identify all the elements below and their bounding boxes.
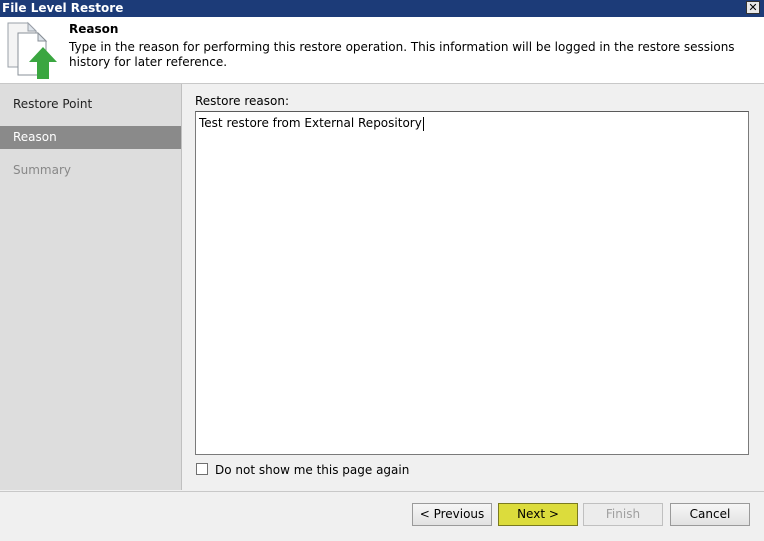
step-summary: Summary — [13, 163, 71, 177]
page-description: Type in the reason for performing this r… — [69, 40, 735, 69]
step-restore-point[interactable]: Restore Point — [0, 93, 181, 116]
restore-reason-textarea[interactable]: Test restore from External Repository — [195, 111, 749, 455]
restore-file-icon — [7, 21, 57, 79]
wizard-content: Restore reason: Test restore from Extern… — [182, 84, 764, 490]
close-button[interactable]: ✕ — [746, 1, 760, 14]
cancel-button[interactable]: Cancel — [670, 503, 750, 526]
text-caret — [422, 116, 424, 131]
wizard-header: Reason Type in the reason for performing… — [0, 17, 764, 84]
finish-button: Finish — [583, 503, 663, 526]
step-reason[interactable]: Reason — [0, 126, 181, 149]
dont-show-checkbox[interactable] — [196, 463, 208, 475]
wizard-steps-sidebar: Restore Point Reason Summary — [0, 84, 182, 490]
dont-show-label[interactable]: Do not show me this page again — [215, 463, 409, 477]
title-bar: File Level Restore ✕ — [0, 0, 764, 17]
previous-button[interactable]: < Previous — [412, 503, 492, 526]
restore-reason-label: Restore reason: — [195, 94, 289, 108]
window-title: File Level Restore — [2, 1, 124, 15]
wizard-footer: < Previous Next > Finish Cancel — [0, 491, 764, 541]
next-button[interactable]: Next > — [498, 503, 578, 526]
page-title: Reason — [69, 22, 119, 36]
restore-reason-text: Test restore from External Repository — [199, 116, 422, 130]
